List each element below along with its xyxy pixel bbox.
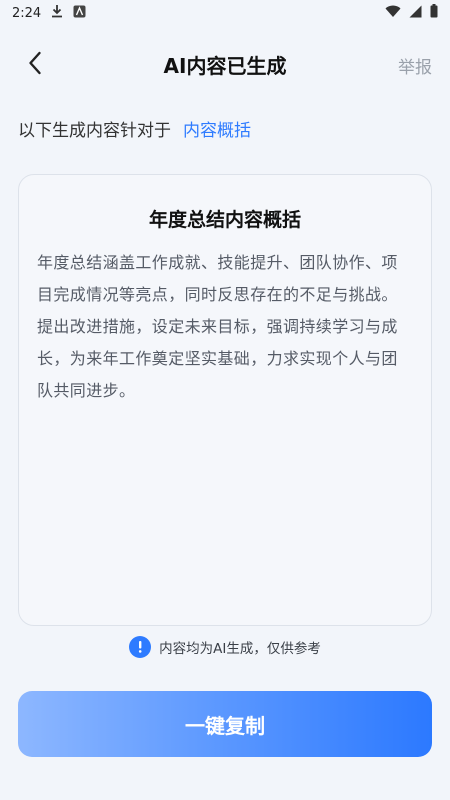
copy-button[interactable]: 一键复制	[18, 691, 432, 757]
status-time: 2:24	[12, 5, 42, 21]
info-icon	[129, 636, 152, 658]
report-button[interactable]: 举报	[398, 53, 432, 78]
app-bar: AI内容已生成 举报	[0, 36, 450, 94]
app-notification-icon	[73, 5, 86, 22]
subject-line: 以下生成内容针对于 内容概括	[18, 116, 251, 141]
content-body: 年度总结涵盖工作成就、技能提升、团队协作、项目完成情况等亮点，同时反思存在的不足…	[37, 253, 398, 400]
page-title: AI内容已生成	[163, 54, 287, 78]
disclaimer-text: 内容均为AI生成，仅供参考	[159, 641, 321, 657]
subject-prefix: 以下生成内容针对于	[18, 121, 171, 141]
content-card: 年度总结内容概括 年度总结涵盖工作成就、技能提升、团队协作、项目完成情况等亮点，…	[18, 174, 432, 626]
ai-disclaimer: 内容均为AI生成，仅供参考	[0, 636, 450, 658]
status-bar: 2:24	[0, 0, 450, 26]
wifi-icon	[385, 5, 401, 22]
content-title: 年度总结内容概括	[148, 209, 301, 231]
download-icon	[51, 4, 63, 22]
subject-link[interactable]: 内容概括	[183, 121, 251, 141]
signal-icon	[409, 5, 422, 22]
battery-icon	[430, 4, 438, 22]
